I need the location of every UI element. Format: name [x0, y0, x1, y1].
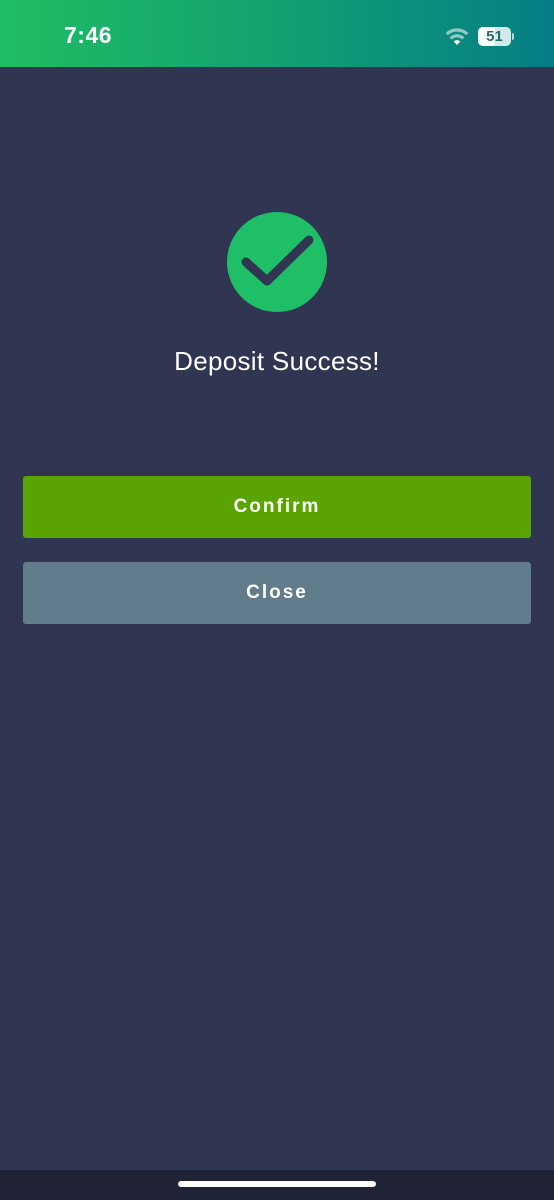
status-time: 7:46	[64, 22, 113, 48]
battery-level: 51	[486, 28, 503, 45]
confirm-button[interactable]: Confirm	[23, 476, 531, 538]
battery-icon: 51	[478, 27, 514, 46]
home-indicator[interactable]	[178, 1181, 376, 1187]
success-title: Deposit Success!	[174, 346, 380, 376]
battery-cap	[512, 33, 514, 40]
status-bar: 7:46 51	[0, 0, 554, 67]
wifi-icon	[445, 28, 469, 45]
checkmark-circle-icon	[227, 212, 327, 312]
close-button[interactable]: Close	[23, 562, 531, 624]
